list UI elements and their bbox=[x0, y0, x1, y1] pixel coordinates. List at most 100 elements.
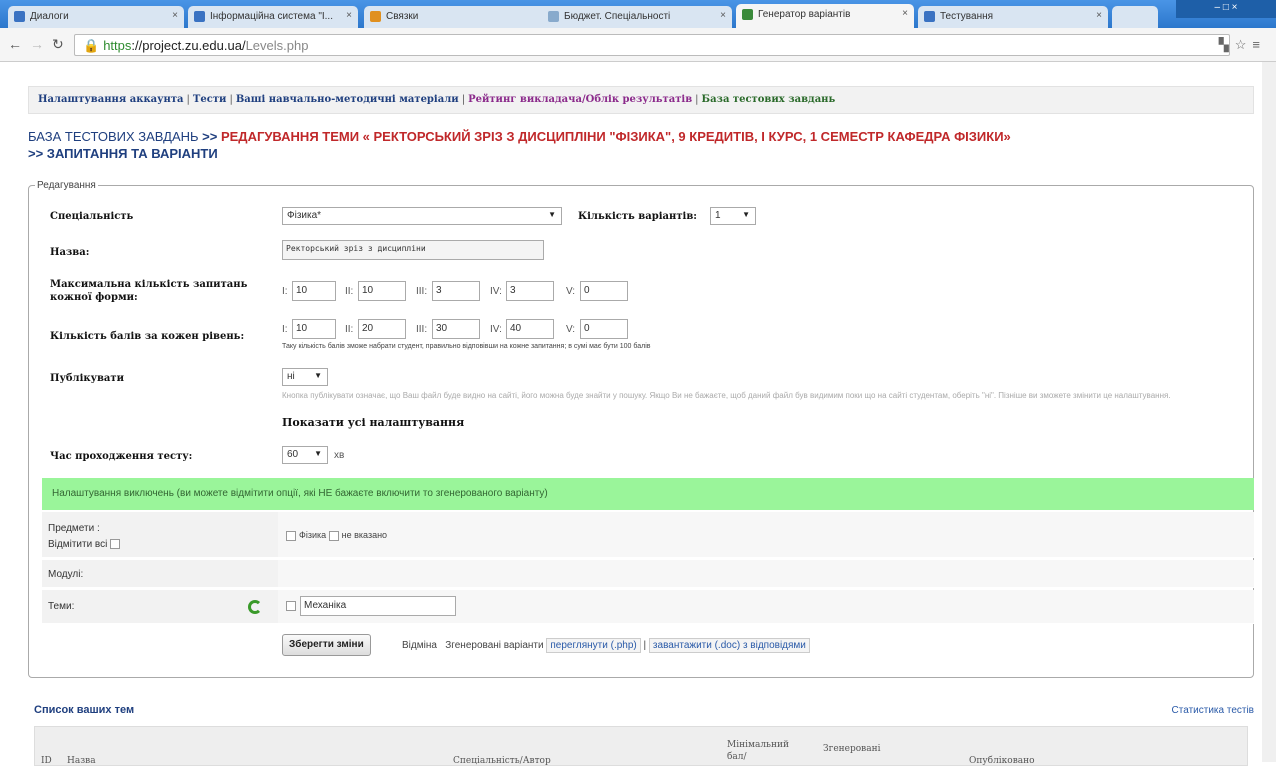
max-questions-level4-input[interactable]: 3 bbox=[506, 281, 554, 301]
col-generated: Згенеровані bbox=[823, 744, 881, 754]
menu-tests[interactable]: Тести bbox=[193, 94, 227, 105]
tab-favicon-icon bbox=[370, 11, 381, 22]
publish-select[interactable]: ні ▼ bbox=[282, 368, 328, 386]
name-field[interactable]: Ректорський зріз з дисципліни bbox=[282, 240, 544, 260]
lock-icon: 🔒 bbox=[83, 38, 100, 53]
exclusions-notice: Налаштування виключень (ви можете відміт… bbox=[42, 478, 1254, 510]
max-questions-level5-input[interactable]: 0 bbox=[580, 281, 628, 301]
menu-materials[interactable]: Ваші навчально-методичні матеріали bbox=[236, 94, 459, 105]
variants-select[interactable]: 1 ▼ bbox=[710, 207, 756, 225]
points-level1-input[interactable]: 10 bbox=[292, 319, 336, 339]
points-level5-input[interactable]: 0 bbox=[580, 319, 628, 339]
tab-favicon-icon bbox=[194, 11, 205, 22]
themes-row: Теми: Механіка bbox=[42, 590, 1254, 624]
subject-unspecified-label: не вказано bbox=[341, 530, 388, 540]
points-level3-input[interactable]: 30 bbox=[432, 319, 480, 339]
browser-toolbar-icons[interactable]: ▚☆≡ bbox=[1219, 37, 1266, 53]
col-published: Опубліковано bbox=[969, 756, 1035, 766]
points-hint: Таку кількість балів зможе набрати студе… bbox=[282, 343, 651, 350]
tab-favicon-icon bbox=[742, 9, 753, 20]
forward-arrow-icon[interactable]: → bbox=[30, 36, 44, 52]
theme-checkbox[interactable] bbox=[286, 601, 296, 611]
specialty-select[interactable]: Фізика* ▼ bbox=[282, 207, 562, 225]
max-questions-level1-input[interactable]: 10 bbox=[292, 281, 336, 301]
col-min-score: Мінімальний бал/ bbox=[727, 740, 789, 762]
tab-close-icon[interactable]: × bbox=[902, 8, 908, 19]
browser-tab[interactable]: Бюджет. Спеціальності × bbox=[542, 6, 732, 28]
themes-list-title: Список ваших тем bbox=[34, 704, 135, 716]
select-all-checkbox[interactable] bbox=[110, 539, 121, 550]
site-menu: Налаштування аккаунта | Тести | Ваші навчаль… bbox=[28, 86, 1254, 114]
tab-favicon-icon bbox=[924, 11, 935, 22]
select-all-label: Відмітити всі bbox=[48, 539, 108, 550]
dropdown-arrow-icon: ▼ bbox=[548, 210, 556, 219]
browser-tab-bar: Диалоги × Інформаційна система "І... × Свя… bbox=[0, 0, 1276, 28]
tab-close-icon[interactable]: × bbox=[1096, 10, 1102, 21]
back-arrow-icon[interactable]: ← bbox=[8, 36, 22, 52]
menu-rating[interactable]: Рейтинг викладача/Облік результатів bbox=[468, 94, 692, 105]
browser-tab[interactable]: Связки× bbox=[364, 6, 564, 28]
tab-close-icon[interactable]: × bbox=[172, 10, 178, 21]
reload-icon[interactable]: ↻ bbox=[52, 36, 64, 53]
dropdown-arrow-icon: ▼ bbox=[314, 371, 322, 380]
breadcrumb: БАЗА ТЕСТОВИХ ЗАВДАНЬ >> РЕДАГУВАННЯ ТЕМ… bbox=[28, 129, 1011, 161]
dropdown-arrow-icon: ▼ bbox=[742, 210, 750, 219]
name-label: Назва: bbox=[50, 247, 90, 258]
new-tab-button[interactable] bbox=[1112, 6, 1158, 28]
subject-unspecified-checkbox[interactable] bbox=[328, 530, 339, 541]
tab-favicon-icon bbox=[14, 11, 25, 22]
modules-row: Модулі: bbox=[42, 560, 1254, 588]
publish-hint: Кнопка публікувати означає, що Ваш файл … bbox=[282, 391, 1171, 400]
subjects-label: Предмети : bbox=[48, 523, 100, 534]
max-questions-level2-input[interactable]: 10 bbox=[358, 281, 406, 301]
browser-tab[interactable]: Інформаційна система "І... × bbox=[188, 6, 358, 28]
browser-tab-active[interactable]: Генератор варіантів × bbox=[736, 4, 914, 28]
tab-close-icon[interactable]: × bbox=[720, 10, 726, 21]
time-label: Час проходження тесту: bbox=[50, 451, 193, 462]
time-select[interactable]: 60 ▼ bbox=[282, 446, 328, 464]
fieldset-legend: Редагування bbox=[37, 180, 96, 191]
max-questions-label: Максимальна кількість запитань кожної фо… bbox=[50, 279, 248, 303]
dropdown-arrow-icon: ▼ bbox=[314, 449, 322, 458]
address-bar-area: ← → ↻ 🔒 https://project.zu.edu.ua/Levels.… bbox=[0, 28, 1276, 62]
page-scrollbar[interactable] bbox=[1262, 62, 1276, 762]
refresh-icon[interactable] bbox=[248, 600, 262, 614]
points-level2-input[interactable]: 20 bbox=[358, 319, 406, 339]
themes-table-header: ID Назва Спеціальність/Автор Мінімальний… bbox=[34, 726, 1248, 766]
col-specialty: Спеціальність/Автор bbox=[453, 756, 551, 766]
test-statistics-link[interactable]: Статистика тестів bbox=[1172, 705, 1254, 716]
download-doc-link[interactable]: завантажити (.doc) з відповідями bbox=[648, 638, 810, 653]
menu-account-settings[interactable]: Налаштування аккаунта bbox=[38, 94, 184, 105]
max-questions-level3-input[interactable]: 3 bbox=[432, 281, 480, 301]
subject-physics-checkbox[interactable] bbox=[286, 530, 296, 541]
col-id: ID bbox=[41, 756, 52, 766]
subject-physics-label: Фізика bbox=[299, 530, 327, 540]
view-php-link[interactable]: переглянути (.php) bbox=[546, 638, 641, 653]
time-unit: хв bbox=[334, 450, 345, 461]
theme-input[interactable]: Механіка bbox=[300, 596, 456, 616]
breadcrumb-test-base[interactable]: БАЗА ТЕСТОВИХ ЗАВДАНЬ bbox=[28, 129, 199, 144]
save-button[interactable]: Зберегти зміни bbox=[282, 634, 371, 656]
browser-tab[interactable]: Диалоги × bbox=[8, 6, 184, 28]
specialty-label: Спеціальність bbox=[50, 211, 134, 222]
menu-test-base[interactable]: База тестових завдань bbox=[702, 94, 836, 105]
star-icon[interactable]: ☆ bbox=[1235, 37, 1253, 52]
browser-tab[interactable]: Тестування × bbox=[918, 6, 1108, 28]
themes-label: Теми: bbox=[48, 601, 75, 612]
url-input[interactable]: 🔒 https://project.zu.edu.ua/Levels.php bbox=[74, 34, 1230, 56]
breadcrumb-edit-theme[interactable]: РЕДАГУВАННЯ ТЕМИ « РЕКТОРСЬКИЙ ЗРІЗ З ДИ… bbox=[221, 129, 1011, 144]
generated-variants-label: Згенеровані варіанти bbox=[445, 640, 544, 651]
breadcrumb-questions: ЗАПИТАННЯ ТА ВАРІАНТИ bbox=[46, 146, 218, 161]
menu-icon[interactable]: ≡ bbox=[1252, 37, 1266, 52]
points-level4-input[interactable]: 40 bbox=[506, 319, 554, 339]
show-all-settings-link[interactable]: Показати усі налаштування bbox=[282, 416, 464, 429]
window-controls[interactable]: ‒ □ × bbox=[1176, 0, 1276, 18]
tab-close-icon[interactable]: × bbox=[346, 10, 352, 21]
col-name: Назва bbox=[67, 756, 96, 766]
subjects-row: Предмети : Відмітити всі Фізика не вказа… bbox=[42, 512, 1254, 558]
tab-favicon-icon bbox=[548, 11, 559, 22]
cancel-link[interactable]: Відміна bbox=[402, 640, 437, 651]
publish-label: Публікувати bbox=[50, 373, 125, 384]
extension-icon[interactable]: ▚ bbox=[1219, 37, 1235, 52]
variants-label: Кількість варіантів: bbox=[578, 211, 697, 222]
